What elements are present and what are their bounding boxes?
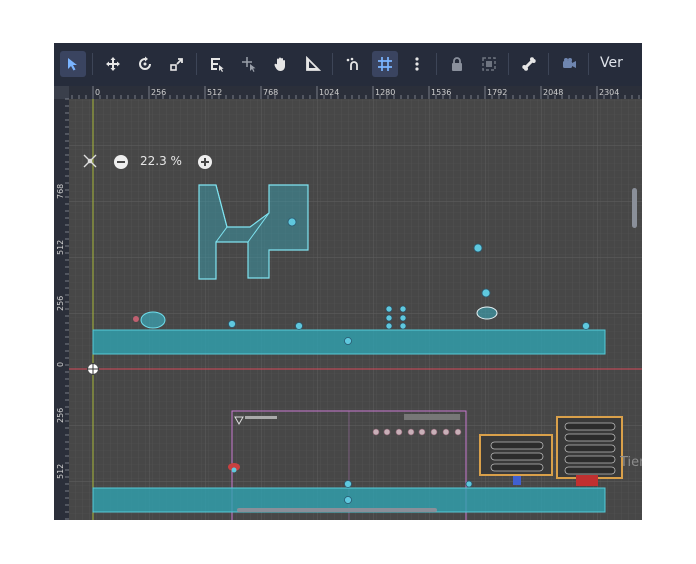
toolbar-separator <box>588 53 589 75</box>
lock-button[interactable] <box>444 51 470 77</box>
zoom-in-icon[interactable] <box>198 155 212 169</box>
toolbar-separator <box>508 53 509 75</box>
scale-icon <box>169 56 185 72</box>
canvas-toolbar: Ver <box>54 43 642 86</box>
grid-major <box>54 86 642 520</box>
zoom-percent-label[interactable]: 22.3 % <box>140 154 182 168</box>
lock-icon <box>449 56 465 72</box>
ruler-label: 768 <box>56 184 65 199</box>
node-gizmo[interactable] <box>582 322 590 330</box>
pivot-icon <box>241 56 257 72</box>
vertical-dots-icon <box>409 56 425 72</box>
ruler-label: 256 <box>56 408 65 423</box>
group-button[interactable] <box>476 51 502 77</box>
ruler-label: 1792 <box>487 88 507 97</box>
rotate-tool-button[interactable] <box>132 51 158 77</box>
bone-icon <box>521 56 537 72</box>
camera-override-button[interactable] <box>556 51 582 77</box>
pivot-tool-button[interactable] <box>236 51 262 77</box>
ruler-label: 512 <box>207 88 222 97</box>
rotate-icon <box>137 56 153 72</box>
scene-canvas[interactable]: 0 256 512 768 1024 1280 1536 1792 2048 2304 768 51… <box>54 86 642 520</box>
ruler-icon <box>305 56 321 72</box>
arrow-pointer-icon <box>65 56 81 72</box>
ruler-label: 0 <box>56 362 65 367</box>
canvas-editor-panel: Ver 0256512768102412801536179220 <box>54 43 642 520</box>
smart-snap-toggle[interactable] <box>340 51 366 77</box>
enemy-sprite[interactable] <box>476 306 498 320</box>
grid-snap-icon <box>377 56 393 72</box>
ruler-label: 512 <box>56 464 65 479</box>
scene-viewport[interactable]: 0 256 512 768 1024 1280 1536 1792 2048 2304 768 51… <box>54 86 642 520</box>
ruler-tool-button[interactable] <box>300 51 326 77</box>
partial-label-text: Tien <box>619 455 642 470</box>
grid-snap-toggle[interactable] <box>372 51 398 77</box>
ruler-label: 0 <box>95 88 100 97</box>
red-block-marker[interactable] <box>576 475 598 486</box>
ui-panel-left[interactable] <box>479 434 553 476</box>
node-gizmo[interactable] <box>473 243 483 253</box>
toolbar-separator <box>332 53 333 75</box>
ruler-label: 256 <box>151 88 166 97</box>
smart-snap-icon <box>345 56 361 72</box>
horizontal-scrollbar-thumb[interactable] <box>237 508 437 512</box>
group-icon <box>481 56 497 72</box>
ui-panel-right[interactable] <box>556 416 623 479</box>
select-tool-button[interactable] <box>60 51 86 77</box>
node-gizmo[interactable] <box>465 480 473 488</box>
ruler-label: 512 <box>56 240 65 255</box>
node-gizmo[interactable] <box>287 217 297 227</box>
blue-item-marker[interactable] <box>513 476 521 485</box>
node-gizmo[interactable] <box>344 337 352 345</box>
toolbar-separator <box>436 53 437 75</box>
toolbar-separator <box>92 53 93 75</box>
ruler-label: 2048 <box>543 88 563 97</box>
node-gizmo[interactable] <box>344 496 352 504</box>
zoom-out-icon[interactable] <box>114 155 128 169</box>
ruler-label: 768 <box>263 88 278 97</box>
ruler-corner <box>54 86 69 99</box>
node-gizmo[interactable] <box>481 288 491 298</box>
bones-button[interactable] <box>516 51 542 77</box>
ruler-label: 1024 <box>319 88 339 97</box>
snap-options-menu[interactable] <box>404 51 430 77</box>
ruler-label: 2304 <box>599 88 619 97</box>
move-arrows-icon <box>105 56 121 72</box>
ruler-label: 1536 <box>431 88 451 97</box>
pan-tool-button[interactable] <box>268 51 294 77</box>
scale-tool-button[interactable] <box>164 51 190 77</box>
node-gizmo[interactable] <box>228 320 236 328</box>
toolbar-separator <box>196 53 197 75</box>
hand-icon <box>273 56 289 72</box>
ruler-label: 1280 <box>375 88 395 97</box>
left-ruler-ticks <box>65 98 69 520</box>
vertical-scrollbar-thumb[interactable] <box>632 188 637 228</box>
node-gizmo[interactable] <box>295 322 303 330</box>
toolbar-separator <box>548 53 549 75</box>
ruler-label: 256 <box>56 296 65 311</box>
list-select-icon <box>209 56 225 72</box>
list-select-tool-button[interactable] <box>204 51 230 77</box>
view-menu[interactable]: Ver <box>600 55 623 71</box>
camera-icon <box>561 56 577 72</box>
move-tool-button[interactable] <box>100 51 126 77</box>
node-gizmo[interactable] <box>344 480 352 488</box>
